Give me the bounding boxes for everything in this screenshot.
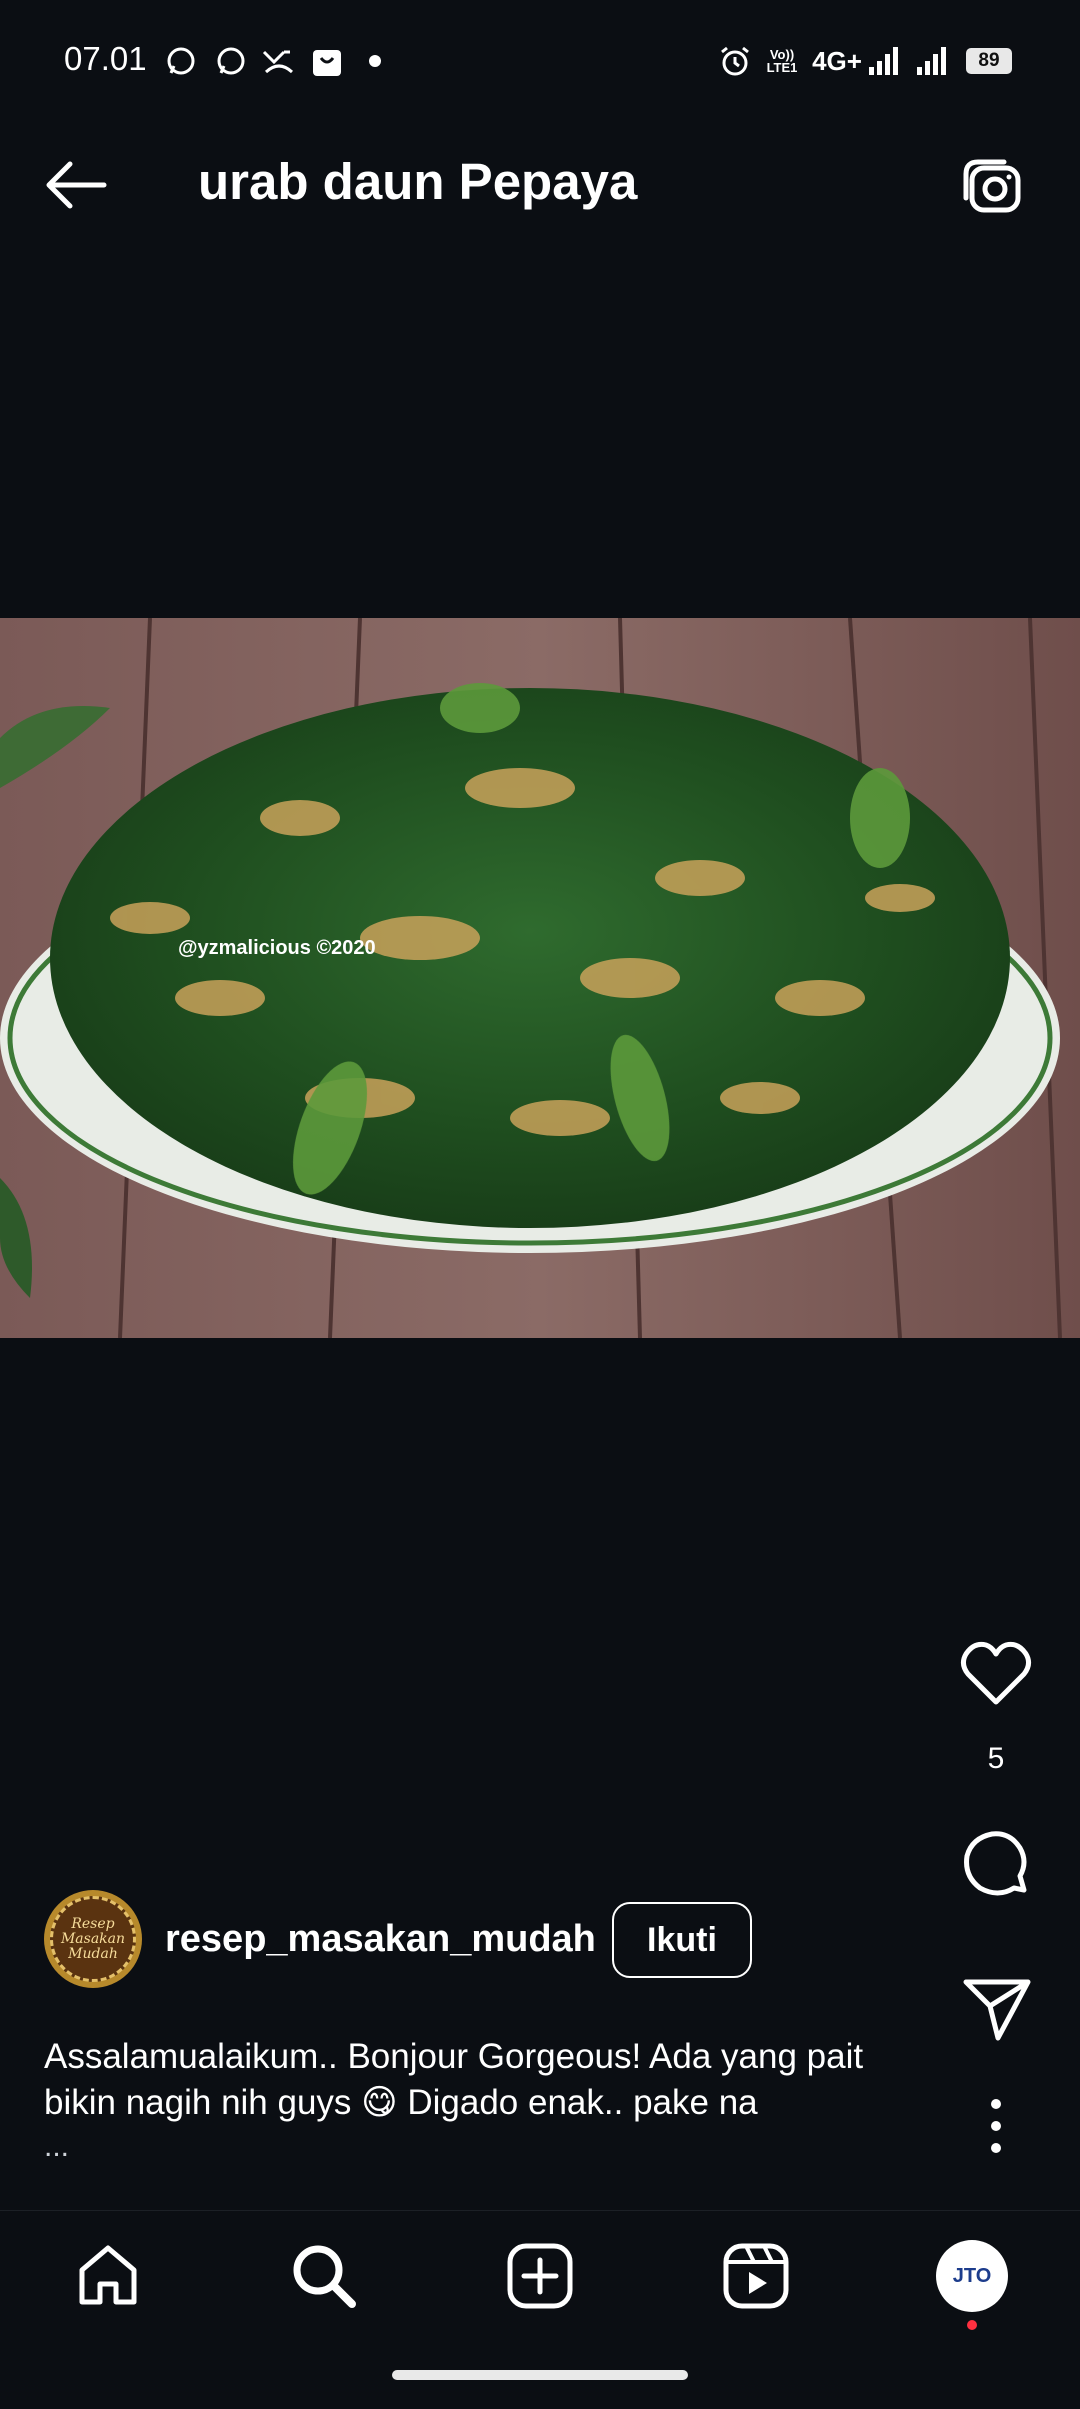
home-icon <box>79 2245 137 2305</box>
network-type: 4G+ <box>812 45 862 76</box>
heart-icon <box>960 1641 1032 1705</box>
caption-more[interactable]: ... <box>44 2130 69 2164</box>
profile-logo: JTO <box>952 2265 992 2287</box>
missed-call-icon <box>262 44 296 78</box>
nav-search[interactable] <box>288 2240 360 2312</box>
whatsapp-icon <box>164 44 198 78</box>
nav-profile-avatar[interactable]: JTO <box>936 2240 1008 2312</box>
camera-icon[interactable] <box>958 150 1028 220</box>
post-image[interactable]: @yzmalicious ©2020 <box>0 618 1080 1338</box>
status-bar: 07.01 Vo)) LTE1 4G+ 89 <box>0 0 1080 104</box>
home-indicator[interactable] <box>392 2370 688 2380</box>
nav-create[interactable] <box>504 2240 576 2312</box>
page-title: urab daun Pepaya <box>198 153 638 210</box>
status-time: 07.01 <box>64 40 147 77</box>
signal-icon <box>866 44 900 78</box>
add-icon <box>507 2243 573 2309</box>
share-button[interactable] <box>958 1970 1034 2046</box>
alarm-icon <box>718 44 752 78</box>
reels-icon <box>723 2243 789 2309</box>
notification-dot <box>967 2320 977 2330</box>
like-button[interactable] <box>958 1636 1034 1712</box>
whatsapp-icon <box>214 44 248 78</box>
like-count[interactable]: 5 <box>958 1742 1034 1776</box>
battery-icon: 89 <box>962 44 1016 78</box>
author-avatar[interactable]: Resep Masakan Mudah <box>44 1890 142 1988</box>
author-username[interactable]: resep_masakan_mudah <box>165 1918 596 1961</box>
send-icon <box>963 1979 1031 2041</box>
photo-watermark: @yzmalicious ©2020 <box>178 937 376 959</box>
signal-icon <box>914 44 948 78</box>
follow-button[interactable]: Ikuti <box>612 1902 752 1978</box>
shopping-bag-icon <box>310 44 344 78</box>
dot-icon <box>358 44 392 78</box>
comment-icon <box>964 1831 1027 1896</box>
back-button[interactable] <box>42 150 112 220</box>
battery-level: 89 <box>966 48 1012 74</box>
avatar-logo: Resep Masakan Mudah <box>50 1896 136 1982</box>
more-options-button[interactable] <box>958 2088 1034 2164</box>
volte-icon: Vo)) LTE1 <box>766 47 798 75</box>
nav-reels[interactable] <box>720 2240 792 2312</box>
more-vertical-icon <box>991 2099 1001 2153</box>
search-icon <box>293 2245 356 2308</box>
post-caption[interactable]: Assalamualaikum.. Bonjour Gorgeous! Ada … <box>44 2034 944 2126</box>
comment-button[interactable] <box>958 1826 1034 1902</box>
nav-home[interactable] <box>72 2240 144 2312</box>
